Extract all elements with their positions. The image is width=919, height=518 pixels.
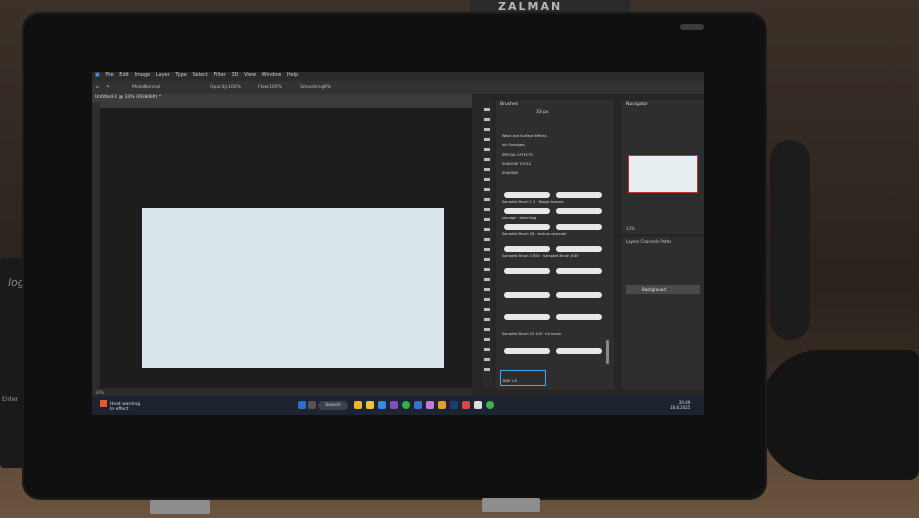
menu-filter[interactable]: Filter xyxy=(214,72,226,78)
app-icon[interactable] xyxy=(414,401,422,409)
layers-panel: Layers Channels Paths Background xyxy=(622,237,704,390)
headphone-cable xyxy=(770,140,810,340)
brush-stroke-preview[interactable] xyxy=(504,208,550,214)
brush-name-row: Sampled Brush 20 100 · fur brush xyxy=(502,332,562,336)
brush-group-row[interactable]: SPECIAL EFFECTS xyxy=(502,153,608,157)
navigator-title: Navigator xyxy=(626,102,649,107)
menu-image[interactable]: Image xyxy=(135,72,151,78)
tools-panel xyxy=(482,102,492,387)
brush-stroke-preview[interactable] xyxy=(504,292,550,298)
brush-stroke-preview[interactable] xyxy=(556,348,602,354)
brush-stroke-preview[interactable] xyxy=(504,224,550,230)
brushes-panel-title: Brushes xyxy=(500,102,519,107)
document-canvas[interactable] xyxy=(142,208,444,368)
file-explorer-icon[interactable] xyxy=(354,401,362,409)
brush-name-row: Sampled Brush 28 · texture charcoal xyxy=(502,232,567,236)
stand-left xyxy=(150,500,210,514)
opacity-label: Opacity: xyxy=(210,85,229,90)
brushes-panel: Brushes 33 px Wash and Surface Effects I… xyxy=(496,100,614,390)
options-bar: ⌂ ✎ Mode: Normal Opacity: 100% Flow: 100… xyxy=(92,81,704,94)
photoshop-icon[interactable] xyxy=(450,401,458,409)
app-icon[interactable] xyxy=(462,401,470,409)
app-icon[interactable] xyxy=(366,401,374,409)
brush-group-row[interactable]: Wash and Surface Effects xyxy=(502,134,608,138)
menu-type[interactable]: Type xyxy=(175,72,186,78)
weather-notification[interactable]: Heat warning In effect xyxy=(100,400,140,412)
brush-name-row: smudge · sketching xyxy=(502,216,537,220)
brush-group-row[interactable]: Ink Smudges xyxy=(502,143,608,147)
menu-layer[interactable]: Layer xyxy=(156,72,170,78)
brush-stroke-preview[interactable] xyxy=(556,192,602,198)
menu-edit[interactable]: Edit xyxy=(119,72,129,78)
flow-label: Flow: xyxy=(258,85,270,90)
menu-view[interactable]: View xyxy=(244,72,256,78)
menu-3d[interactable]: 3D xyxy=(231,72,238,78)
brush-stroke-preview[interactable] xyxy=(556,208,602,214)
layers-tabs[interactable]: Layers Channels Paths xyxy=(626,239,671,244)
menu-file[interactable]: File xyxy=(105,72,113,78)
menu-bar: ■ File Edit Image Layer Type Select Filt… xyxy=(92,72,704,81)
tablet-button xyxy=(680,24,704,30)
brush-group-row[interactable]: SHADOW TOOLS xyxy=(502,162,608,166)
document-tab[interactable]: Untitled-1 @ 33% (RGB/8#) * xyxy=(92,94,472,102)
layer-name: Background xyxy=(642,287,666,292)
windows-taskbar: Heat warning In effect Search 20:49 18.8.2… xyxy=(92,396,704,415)
brush-stroke-preview[interactable] xyxy=(504,192,550,198)
start-icon[interactable] xyxy=(298,401,306,409)
mouse-pad xyxy=(760,350,919,480)
home-icon[interactable]: ⌂ xyxy=(96,85,99,90)
brushes-scrollbar[interactable] xyxy=(606,340,609,364)
tool-icons[interactable] xyxy=(484,108,490,378)
brush-stroke-preview[interactable] xyxy=(504,268,550,274)
app-icon[interactable] xyxy=(390,401,398,409)
brush-name-row: Sampled Brush 1 2 · Rough texture xyxy=(502,200,564,204)
menu-window[interactable]: Window xyxy=(262,72,282,78)
taskbar-clock[interactable]: 20:49 18.8.2025 xyxy=(670,400,690,410)
navigator-zoom[interactable]: 33% xyxy=(626,226,635,231)
mode-select[interactable]: Normal xyxy=(144,85,160,90)
navigator-panel: Navigator 33% xyxy=(622,100,704,234)
flow-value[interactable]: 100% xyxy=(269,85,282,90)
brush-stroke-preview[interactable] xyxy=(556,292,602,298)
ps-logo-icon: ■ xyxy=(95,72,100,78)
brush-stroke-preview[interactable] xyxy=(556,224,602,230)
taskbar-search[interactable]: Search xyxy=(318,401,348,410)
brush-stroke-preview[interactable] xyxy=(504,246,550,252)
brush-group-row[interactable]: SHADING xyxy=(502,171,608,175)
brush-name-row: Sampled Brush 3 850 · Sampled Brush 8 85 xyxy=(502,254,579,258)
menu-select[interactable]: Select xyxy=(192,72,207,78)
brush-stroke-preview[interactable] xyxy=(504,348,550,354)
smoothing-label: Smoothing: xyxy=(300,85,326,90)
layer-row-background[interactable]: Background xyxy=(626,285,700,294)
app-icon[interactable] xyxy=(378,401,386,409)
task-view-icon[interactable] xyxy=(308,401,316,409)
app-icon[interactable] xyxy=(438,401,446,409)
brush-size-value[interactable]: 33 px xyxy=(536,110,549,115)
status-bar: 33% xyxy=(92,388,472,396)
tablet-screen: ■ File Edit Image Layer Type Select Filt… xyxy=(92,72,704,415)
app-icon[interactable] xyxy=(486,401,494,409)
warning-icon xyxy=(100,400,107,407)
brush-tool-icon[interactable]: ✎ xyxy=(106,85,110,90)
navigator-thumbnail[interactable] xyxy=(628,155,698,193)
selected-brush-label: BSB 1 B xyxy=(503,379,517,383)
selected-brush[interactable]: BSB 1 B xyxy=(500,370,546,386)
left-edge-panel xyxy=(92,102,100,387)
menu-help[interactable]: Help xyxy=(287,72,298,78)
app-icon[interactable] xyxy=(402,401,410,409)
opacity-value[interactable]: 100% xyxy=(228,85,241,90)
smoothing-value[interactable]: 0% xyxy=(324,85,331,90)
app-icon[interactable] xyxy=(474,401,482,409)
stand-right xyxy=(482,498,540,512)
status-zoom: 33% xyxy=(95,390,104,395)
canvas-area[interactable] xyxy=(100,108,472,388)
document-tab-label: Untitled-1 @ 33% (RGB/8#) * xyxy=(95,95,162,100)
brush-stroke-preview[interactable] xyxy=(556,314,602,320)
enter-key: Enter xyxy=(2,396,19,403)
app-icon[interactable] xyxy=(426,401,434,409)
brush-stroke-preview[interactable] xyxy=(504,314,550,320)
brush-stroke-preview[interactable] xyxy=(556,246,602,252)
brush-stroke-preview[interactable] xyxy=(556,268,602,274)
